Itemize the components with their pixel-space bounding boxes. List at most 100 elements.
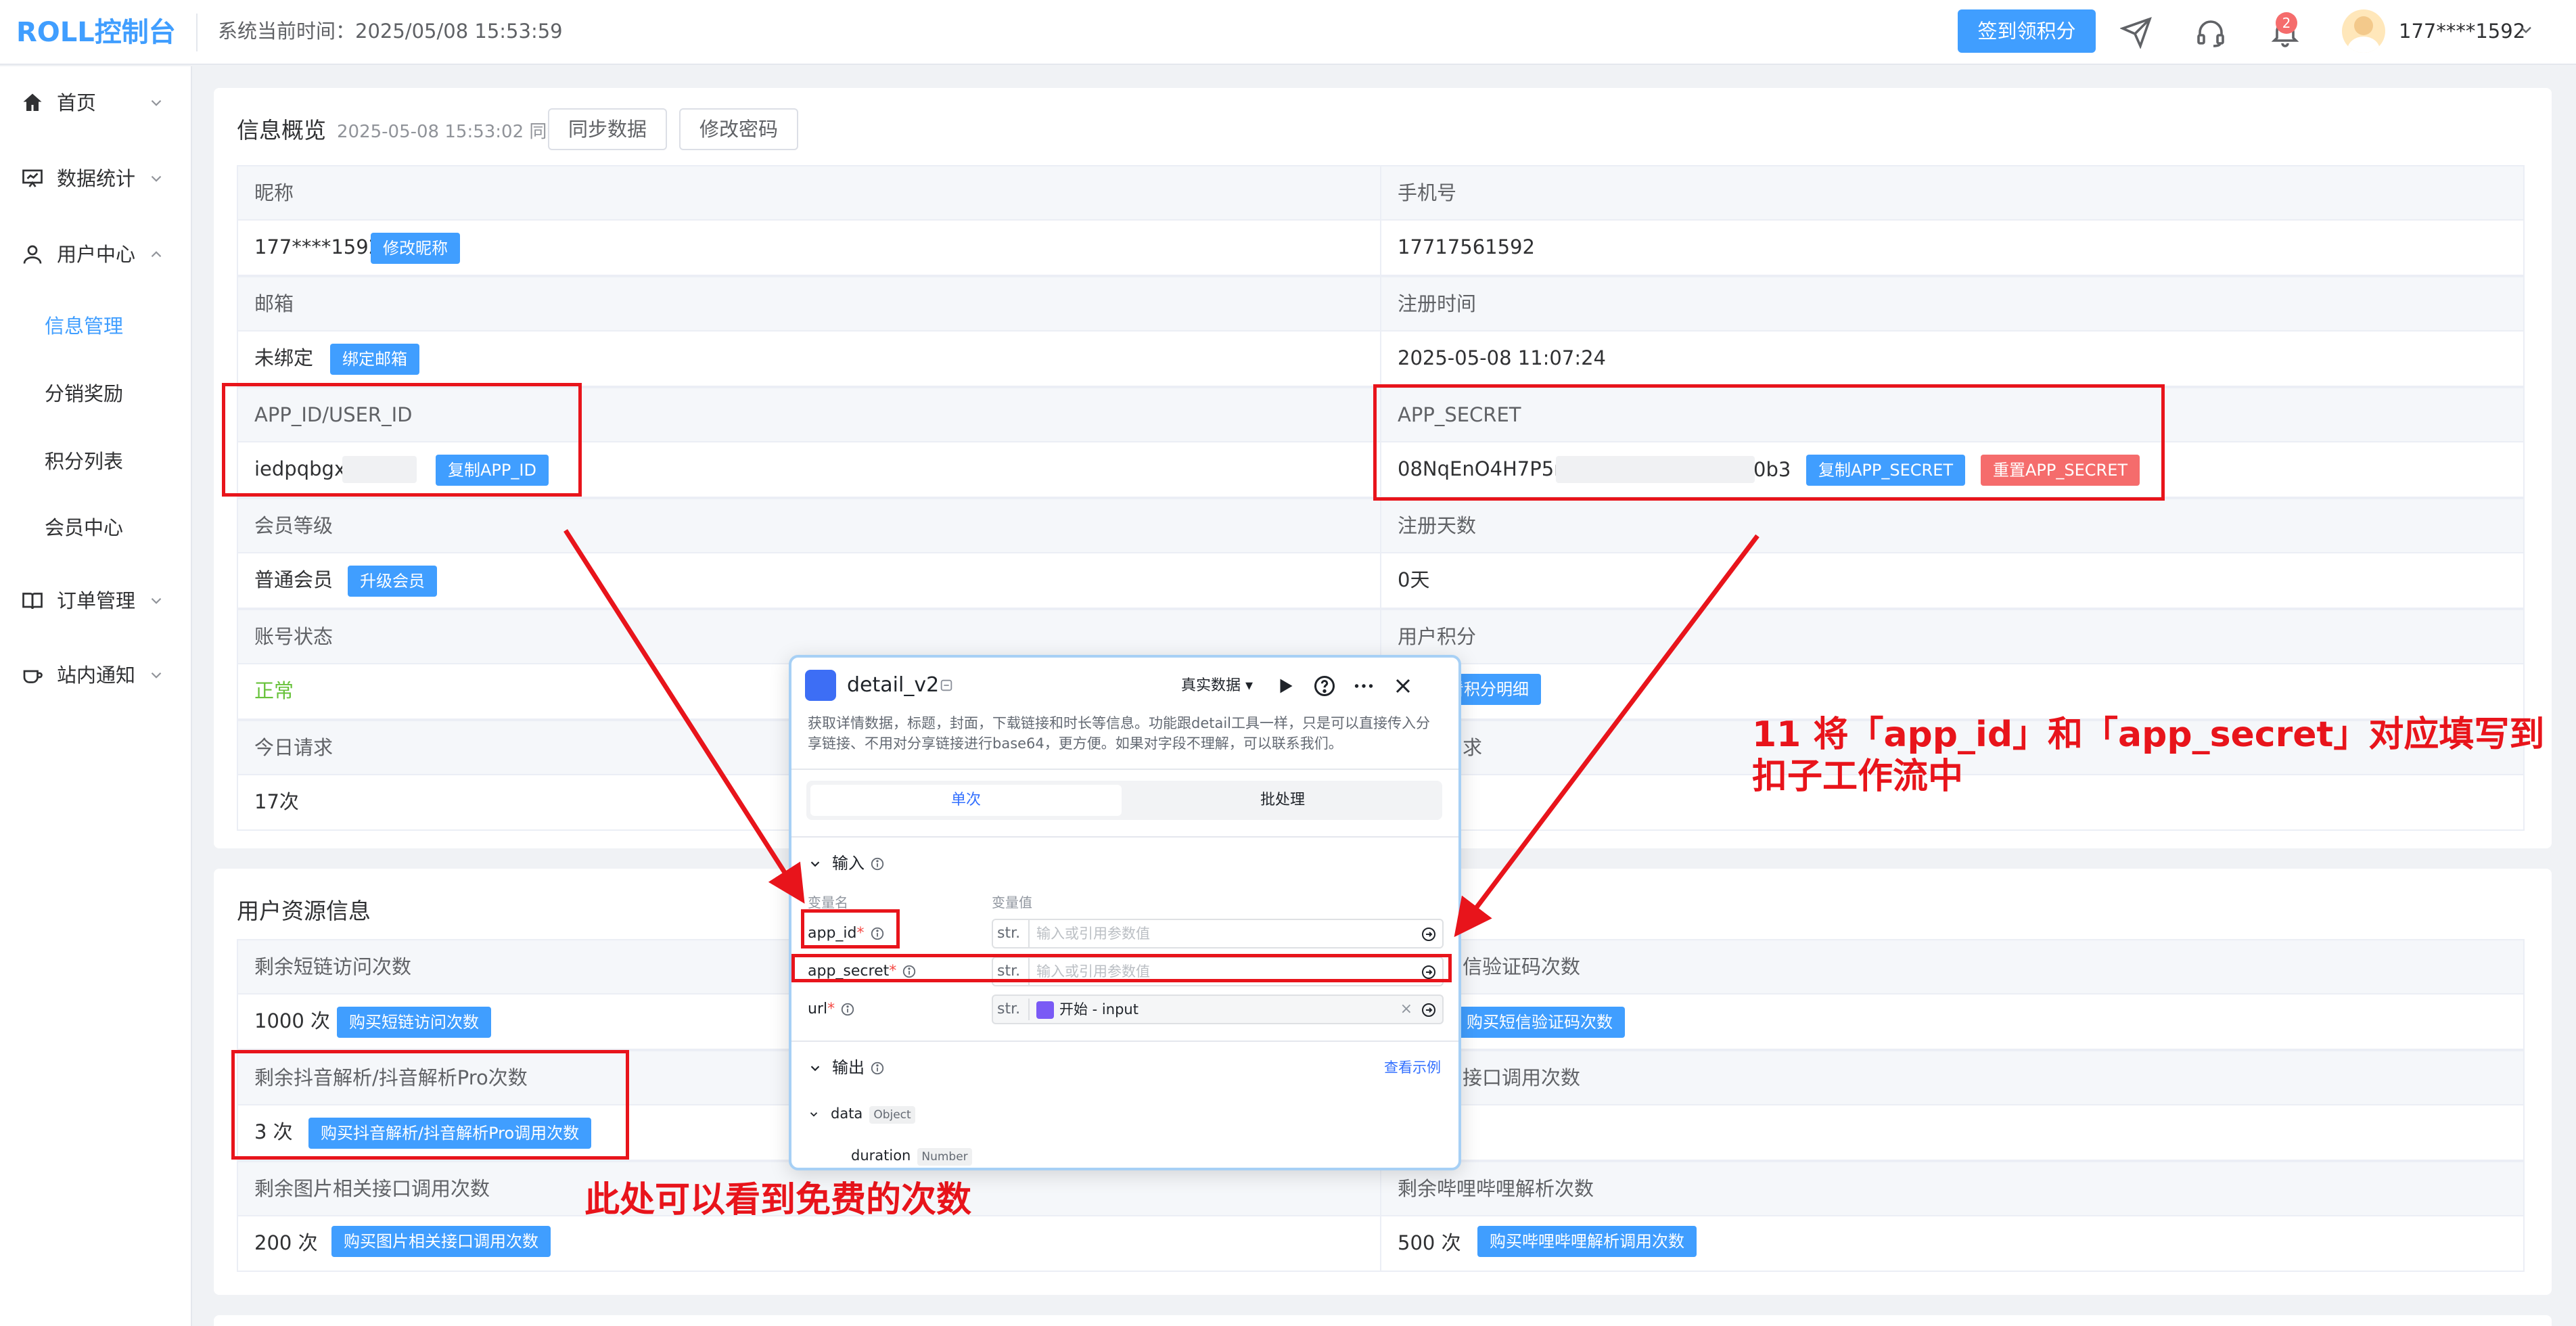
input-section-header[interactable]: 输入 (808, 850, 885, 877)
sidebar-sub-affiliate[interactable]: 分销奖励 (45, 367, 123, 421)
buy-bili-button[interactable]: 购买哔哩哔哩解析调用次数 (1477, 1226, 1697, 1257)
sync-data-button[interactable]: 同步数据 (548, 108, 667, 150)
panel-divider (791, 769, 1458, 770)
tab-single[interactable]: 单次 (810, 785, 1122, 816)
api-label: 接口调用次数 (1463, 1066, 1581, 1089)
bind-email-button[interactable]: 绑定邮箱 (330, 344, 419, 375)
avatar[interactable] (2342, 9, 2385, 53)
sidebar-item-label: 首页 (57, 91, 97, 114)
input-placeholder: 输入或引用参数值 (1028, 920, 1150, 947)
next-card (214, 1315, 2552, 1326)
email-value: 未绑定 (254, 346, 314, 369)
info-icon (871, 1061, 884, 1075)
chevron-down-icon (810, 1112, 818, 1117)
type-label: str. (997, 1001, 1021, 1018)
sidebar-sub-info[interactable]: 信息管理 (45, 299, 123, 353)
panel-description: 获取详情数据，标题，封面，下载链接和时长等信息。功能跟detail工具一样，只是… (808, 715, 1431, 752)
sidebar-item-orders[interactable]: 订单管理 (0, 574, 192, 628)
app-id-input[interactable]: str. 输入或引用参数值 (992, 919, 1444, 948)
chevron-up-icon (151, 251, 162, 258)
phone-label: 手机号 (1380, 165, 2525, 221)
douyin-highlight (231, 1050, 629, 1160)
points-label: 用户积分 (1380, 609, 2525, 664)
edit-nickname-button[interactable]: 修改昵称 (371, 233, 460, 264)
level-label: 会员等级 (237, 498, 1381, 553)
play-icon[interactable] (1273, 674, 1297, 698)
send-icon[interactable] (2120, 16, 2153, 49)
url-input[interactable]: str. 开始 - input × (992, 994, 1444, 1024)
url-reference-chip[interactable]: 开始 - input (1028, 999, 1138, 1020)
real-data-dropdown[interactable]: 真实数据 ▾ (1181, 672, 1253, 700)
header-divider (196, 14, 198, 51)
sidebar-item-stats[interactable]: 数据统计 (0, 152, 192, 206)
reg-time-cell: 2025-05-08 11:07:24 (1380, 332, 2525, 387)
headset-icon[interactable] (2194, 16, 2227, 49)
user-name[interactable]: 177****1592 (2399, 0, 2525, 62)
app-logo[interactable]: ROLL控制台 (16, 0, 176, 65)
reg-days-cell: 0天 (1380, 553, 2525, 609)
phone-cell: 17717561592 (1380, 221, 2525, 276)
var-url: url* (808, 996, 855, 1023)
bili-value: 500 次 (1398, 1231, 1461, 1254)
panel-divider (791, 1041, 1458, 1042)
reg-days-label: 注册天数 (1380, 498, 2525, 553)
system-time: 系统当前时间：2025/05/08 15:53:59 (218, 20, 563, 43)
sidebar-item-label: 用户中心 (57, 243, 136, 266)
top-header: ROLL控制台 系统当前时间：2025/05/08 15:53:59 签到领积分… (0, 0, 2576, 65)
reference-icon[interactable] (1421, 1002, 1437, 1018)
url-reference-label: 开始 - input (1059, 1001, 1138, 1018)
status-value: 正常 (254, 679, 294, 702)
chart-board-icon (22, 169, 43, 187)
app-secret-highlight (1373, 384, 2165, 501)
sidebar-sub-member[interactable]: 会员中心 (45, 501, 123, 555)
start-node-icon (1036, 1001, 1054, 1019)
bili-label: 剩余哔哩哔哩解析次数 (1380, 1161, 2525, 1216)
buy-sms-button[interactable]: 购买短信验证码次数 (1454, 1007, 1625, 1038)
checkin-button[interactable]: 签到领积分 (1958, 9, 2096, 53)
nickname-value: 177****1592 (254, 235, 382, 258)
var-url-label: url (808, 1001, 828, 1018)
cup-icon (23, 670, 43, 683)
app-secret-input-highlight (791, 954, 1452, 982)
plugin-logo-icon (805, 670, 836, 701)
home-icon (23, 93, 42, 111)
sidebar-item-label: 订单管理 (57, 589, 136, 612)
chevron-down-icon[interactable] (2516, 20, 2535, 39)
output-header-label: 输出 (832, 1058, 865, 1077)
info-title: 信息概览 (237, 117, 326, 143)
sidebar-item-notices[interactable]: 站内通知 (0, 648, 192, 702)
clear-icon[interactable]: × (1400, 996, 1412, 1023)
sidebar-item-home[interactable]: 首页 (0, 76, 192, 130)
type-label: str. (997, 925, 1021, 942)
buy-image-button[interactable]: 购买图片相关接口调用次数 (331, 1226, 551, 1257)
reg-time-value: 2025-05-08 11:07:24 (1398, 346, 1606, 369)
nickname-label: 昵称 (237, 165, 1381, 221)
sidebar-item-user-center[interactable]: 用户中心 (0, 227, 192, 281)
change-password-button[interactable]: 修改密码 (679, 108, 798, 150)
info-icon (871, 857, 884, 871)
tab-batch[interactable]: 批处理 (1127, 785, 1438, 816)
sidebar-sub-points[interactable]: 积分列表 (45, 434, 123, 488)
buy-shortlink-button[interactable]: 购买短链访问次数 (337, 1007, 491, 1038)
free-count-note: 此处可以看到免费的次数 (584, 1180, 972, 1220)
sidebar-item-label: 数据统计 (57, 167, 136, 190)
chevron-down-icon (151, 99, 162, 106)
output-duration-node: duration Number (851, 1143, 972, 1168)
today-req-value: 17次 (254, 790, 299, 813)
type-tag: Number (917, 1148, 972, 1166)
more-icon[interactable] (1352, 674, 1376, 698)
close-icon[interactable] (1391, 674, 1415, 698)
output-section-header[interactable]: 输出 (808, 1054, 885, 1081)
panel-title: detail_v2 (847, 673, 940, 697)
see-example-link[interactable]: 查看示例 (1384, 1054, 1441, 1081)
step-note-line1: 11 将「app_id」和「app_secret」对应填写到 (1752, 714, 2545, 755)
upgrade-button[interactable]: 升级会员 (348, 566, 437, 597)
resources-title: 用户资源信息 (237, 898, 371, 924)
notification-badge: 2 (2276, 12, 2297, 34)
help-icon[interactable] (1312, 674, 1337, 698)
info-icon (841, 1003, 854, 1016)
phone-value: 17717561592 (1398, 235, 1535, 258)
out-duration-label: duration (851, 1147, 911, 1164)
reference-icon[interactable] (1421, 926, 1437, 942)
output-data-node[interactable]: data Object (808, 1101, 915, 1126)
